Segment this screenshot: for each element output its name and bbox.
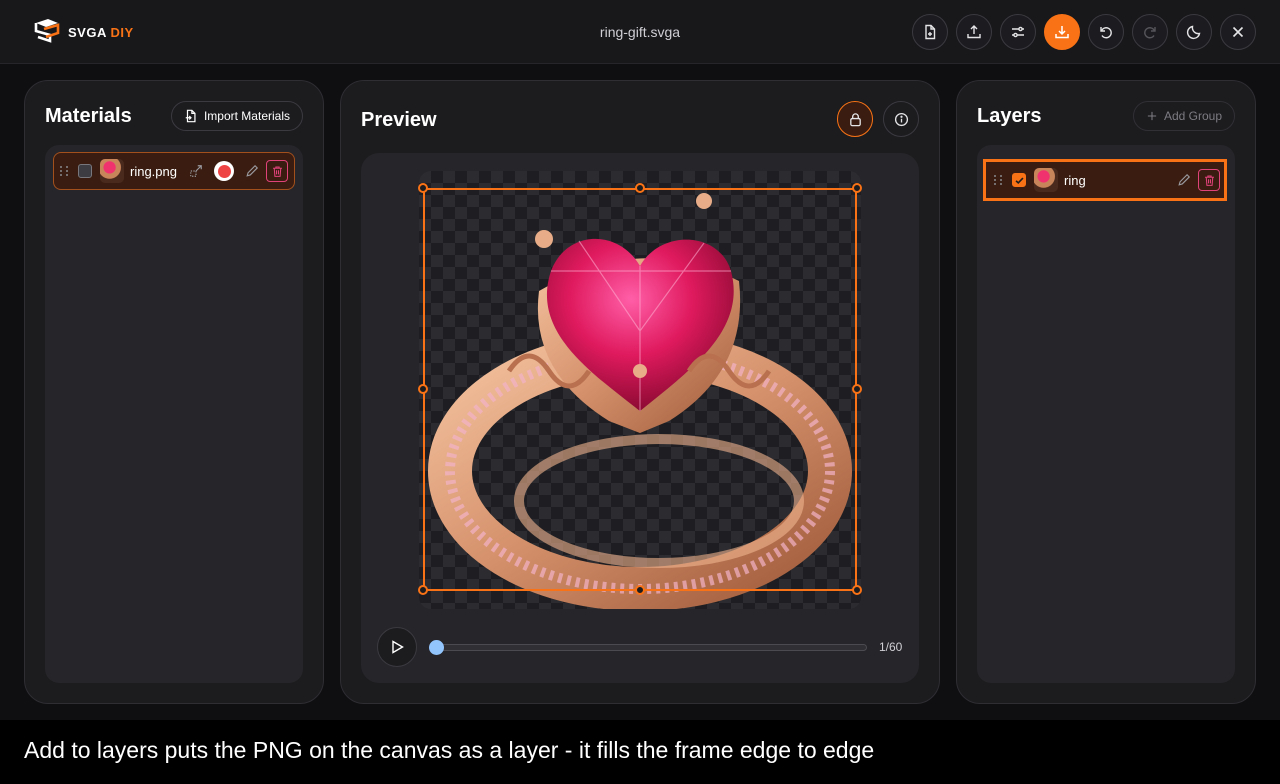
theme-toggle-button[interactable] [1176,14,1212,50]
import-materials-button[interactable]: Import Materials [170,101,303,131]
undo-icon [1100,27,1112,39]
materials-title: Materials [45,105,132,127]
drag-handle-icon[interactable] [994,173,1004,187]
layer-thumbnail [1034,168,1058,192]
redo-icon [1144,27,1156,39]
play-button[interactable] [377,627,417,667]
trash-icon [272,166,282,177]
lock-icon [849,112,861,126]
resize-handle-top[interactable] [635,183,645,193]
drag-handle-icon[interactable] [60,164,70,178]
check-icon [1014,177,1024,184]
top-bar: SVGA DIY ring-gift.svga [0,0,1280,64]
pencil-icon [1178,173,1191,186]
redo-button[interactable] [1132,14,1168,50]
lock-button[interactable] [837,101,873,137]
add-group-label: Add Group [1163,109,1222,123]
materials-panel: Materials Import Materials ring.png [24,80,324,704]
undo-button[interactable] [1088,14,1124,50]
resize-handle-right[interactable] [852,384,862,394]
layer-visibility-checkbox[interactable] [1012,173,1026,187]
add-to-layers-button[interactable] [188,163,204,179]
list-item[interactable]: ring.png [53,152,295,190]
file-import-icon [185,109,196,123]
new-file-button[interactable] [912,14,948,50]
delete-layer-button[interactable] [1198,169,1220,191]
resize-handle-top-left[interactable] [418,183,428,193]
file-plus-icon [925,24,936,40]
layers-title: Layers [977,105,1042,127]
plus-icon [1147,111,1157,121]
list-item[interactable]: ring [983,159,1227,201]
frame-slider-knob[interactable] [429,640,444,655]
add-layer-icon [190,165,202,177]
moon-icon [1186,25,1201,40]
layers-list: ring [977,145,1235,683]
edit-layer-button[interactable] [1176,172,1192,188]
info-icon [894,112,908,126]
sliders-icon [1012,26,1024,38]
preview-title: Preview [361,109,437,131]
layer-name: ring [1064,172,1086,188]
preview-panel: Preview 1/60 [340,80,940,704]
material-checkbox[interactable] [78,164,92,178]
record-dot-icon [217,164,231,178]
record-toggle[interactable] [214,161,234,181]
delete-material-button[interactable] [266,160,288,182]
play-icon [392,640,404,654]
info-button[interactable] [883,101,919,137]
upload-button[interactable] [956,14,992,50]
resize-handle-left[interactable] [418,384,428,394]
resize-handle-bottom[interactable] [635,585,645,595]
resize-handle-top-right[interactable] [852,183,862,193]
resize-handle-bottom-left[interactable] [418,585,428,595]
toolbar [912,14,1256,50]
download-button[interactable] [1044,14,1080,50]
close-icon [1232,26,1244,38]
layers-panel: Layers Add Group ring [956,80,1256,704]
trash-icon [1204,175,1214,186]
material-thumbnail [100,159,124,183]
resize-handle-bottom-right[interactable] [852,585,862,595]
material-name: ring.png [130,163,177,179]
download-icon [1055,26,1069,39]
preview-stage: 1/60 [361,153,919,683]
edit-material-button[interactable] [244,163,260,179]
pencil-icon [246,164,259,177]
import-materials-label: Import Materials [203,109,290,123]
caption-text: Add to layers puts the PNG on the canvas… [0,720,1280,784]
frame-counter: 1/60 [879,640,903,654]
settings-button[interactable] [1000,14,1036,50]
preview-actions [837,101,919,137]
close-button[interactable] [1220,14,1256,50]
materials-list: ring.png [45,145,303,683]
frame-slider-track[interactable] [435,644,867,651]
add-group-button[interactable]: Add Group [1132,101,1235,131]
selection-frame[interactable] [423,188,857,591]
upload-icon [967,25,981,39]
